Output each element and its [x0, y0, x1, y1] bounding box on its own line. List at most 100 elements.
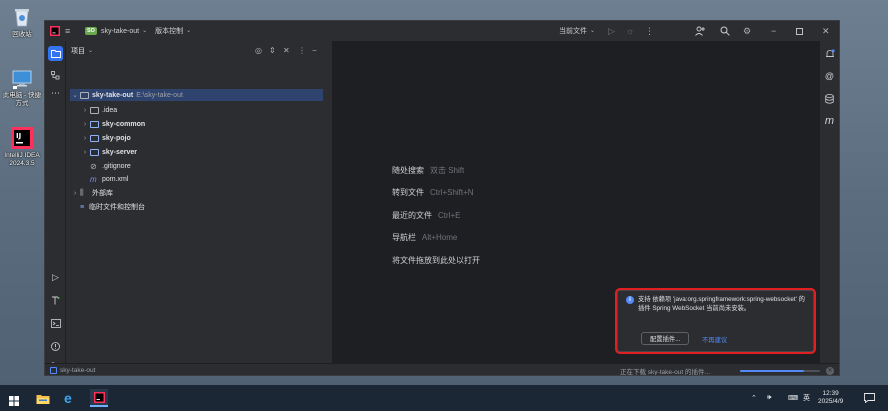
terminal-icon[interactable]	[48, 316, 63, 331]
folder-icon	[90, 106, 99, 114]
tree-item-label: .idea	[102, 106, 118, 114]
tray-overflow-icon[interactable]: ⌃	[751, 385, 757, 411]
close-icon[interactable]: ✕	[822, 21, 834, 41]
hint-navigation-bar: 导航栏 Alt+Home	[392, 232, 457, 243]
tree-row-sky-common[interactable]: › sky-common	[80, 118, 145, 130]
tree-row-root[interactable]: ⌄ sky-take-out E:\sky-take-out	[70, 89, 323, 101]
hint-search-everywhere: 随处搜索 双击 Shift	[392, 165, 464, 176]
tree-row-external-libraries[interactable]: › ⫼ 外部库	[70, 187, 113, 199]
project-badge: SO	[85, 27, 97, 35]
desktop-icon-label: IntelliJ IDEA 2024.3.5	[4, 152, 40, 167]
hint-shortcut: Ctrl+Shift+N	[430, 188, 474, 197]
cancel-task-icon[interactable]: ✕	[826, 367, 834, 375]
maven-icon[interactable]: m	[822, 113, 837, 128]
intellij-idea-shortcut[interactable]: IJ IntelliJ IDEA 2024.3.5	[0, 126, 44, 168]
input-method-icon[interactable]: ⌨	[788, 385, 798, 411]
run-config-label: 当前文件	[559, 28, 587, 35]
build-hammer-icon[interactable]	[48, 293, 63, 308]
status-breadcrumb[interactable]: sky-take-out	[60, 367, 95, 374]
system-clock[interactable]: 12:39 2025/4/9	[818, 385, 843, 411]
tree-row-sky-pojo[interactable]: › sky-pojo	[80, 132, 131, 144]
right-tool-strip: @ m	[819, 41, 839, 363]
tree-item-label: 临时文件和控制台	[89, 204, 145, 211]
tree-row-pom[interactable]: m pom.xml	[90, 173, 128, 185]
info-icon: i	[626, 296, 634, 304]
expand-all-icon[interactable]: ⇕	[269, 41, 276, 61]
project-panel-title[interactable]: 项目	[71, 46, 85, 56]
debug-icon[interactable]: ☼	[626, 21, 638, 41]
status-bar: sky-take-out 正在下载 sky-take-out 的插件... ✕	[45, 363, 839, 376]
module-status-icon	[50, 367, 57, 374]
collapse-all-icon[interactable]: ✕	[283, 41, 290, 61]
chevron-right-icon: ›	[83, 134, 87, 142]
recycle-bin-shortcut[interactable]: 回收站	[0, 5, 44, 39]
background-task-label[interactable]: 正在下载 sky-take-out 的插件...	[620, 366, 710, 376]
ide-logo-icon[interactable]	[45, 21, 65, 41]
project-selector[interactable]: SO sky-take-out ⌄	[85, 21, 147, 41]
run-icon[interactable]: ▷	[608, 21, 620, 41]
root-module-path: E:\sky-take-out	[136, 91, 183, 99]
folder-icon	[80, 91, 89, 99]
run-config-selector[interactable]: 当前文件 ⌄	[559, 21, 595, 41]
hint-action: 转到文件	[392, 188, 424, 197]
database-icon[interactable]	[822, 91, 837, 106]
maven-icon: m	[90, 174, 97, 184]
chevron-right-icon: ›	[73, 189, 77, 197]
services-run-icon[interactable]: ▷	[48, 270, 63, 285]
maximize-icon[interactable]	[796, 21, 808, 41]
settings-gear-icon[interactable]: ⚙	[743, 21, 755, 41]
windows-start-icon[interactable]	[9, 393, 19, 406]
main-menu-icon[interactable]: ≡	[65, 21, 81, 41]
hint-goto-file: 转到文件 Ctrl+Shift+N	[392, 187, 474, 198]
minimize-icon[interactable]: −	[771, 21, 783, 41]
clock-date: 2025/4/9	[818, 398, 844, 405]
ai-assistant-icon[interactable]: @	[822, 68, 837, 83]
notifications-bell-icon[interactable]	[822, 46, 837, 61]
scratches-icon: ≡	[80, 203, 85, 211]
tree-row-sky-server[interactable]: › sky-server	[80, 146, 137, 158]
clock-time: 12:39	[822, 390, 839, 397]
hint-recent-files: 最近的文件 Ctrl+E	[392, 210, 460, 221]
target-locate-icon[interactable]: ◎	[255, 41, 262, 61]
tree-row-scratches[interactable]: ≡ 临时文件和控制台	[80, 201, 145, 213]
module-folder-icon	[90, 134, 99, 142]
options-menu-icon[interactable]: ⋮	[298, 41, 306, 61]
chevron-down-icon: ⌄	[142, 28, 148, 34]
add-user-icon[interactable]	[695, 21, 707, 41]
search-icon[interactable]	[720, 21, 732, 41]
computer-icon	[10, 66, 34, 90]
problems-icon[interactable]	[48, 339, 63, 354]
title-bar: ≡ SO sky-take-out ⌄ 版本控制 ⌄ 当前文件 ⌄ ▷ ☼ ⋮ …	[45, 21, 839, 41]
more-tools-icon[interactable]: ⋯	[48, 86, 63, 101]
module-folder-icon	[90, 148, 99, 156]
desktop-icon-label: 此电脑 - 快捷 方式	[2, 92, 42, 107]
notification-center-icon[interactable]	[864, 385, 875, 411]
tree-item-label: sky-server	[102, 148, 138, 156]
intellij-idea-icon: IJ	[10, 126, 34, 150]
root-module-name: sky-take-out	[92, 91, 134, 99]
hide-panel-icon[interactable]: −	[312, 41, 317, 61]
hint-shortcut: 双击 Shift	[430, 166, 465, 175]
ignore-suggestion-link[interactable]: 不再建议	[702, 335, 727, 344]
more-actions-icon[interactable]: ⋮	[645, 21, 655, 41]
plugin-suggestion-notification: i 支持 依赖项 'java:org.springframework:sprin…	[617, 290, 814, 352]
tree-row-gitignore[interactable]: ⊘ .gitignore	[90, 160, 131, 172]
this-pc-shortcut[interactable]: 此电脑 - 快捷 方式	[0, 66, 44, 108]
chevron-down-icon[interactable]: ⌄	[88, 45, 93, 57]
file-explorer-icon[interactable]	[36, 392, 50, 404]
intellij-taskbar-icon[interactable]	[90, 389, 108, 407]
vcs-menu[interactable]: 版本控制 ⌄	[155, 21, 191, 41]
ime-language-label[interactable]: 英	[803, 385, 810, 411]
hint-shortcut: Ctrl+E	[438, 211, 461, 220]
edge-browser-icon[interactable]: e	[64, 391, 78, 405]
windows-taskbar: e ⌃ 🕪 ⌨ 英 12:39 2025/4/9	[0, 385, 888, 411]
tree-item-label: sky-pojo	[102, 134, 131, 142]
volume-icon[interactable]: 🕪	[767, 385, 771, 411]
chevron-down-icon: ⌄	[590, 28, 596, 34]
project-panel: 项目 ⌄ ◎ ⇕ ✕ ⋮ − ⌄ sky-take-out E:\sky-tak…	[66, 41, 333, 363]
tree-item-label: .gitignore	[102, 162, 131, 170]
configure-plugins-button[interactable]: 配置插件...	[641, 332, 690, 345]
tree-row-idea[interactable]: › .idea	[80, 104, 117, 116]
structure-icon[interactable]	[48, 68, 63, 83]
project-tool-folder-icon[interactable]	[48, 46, 63, 61]
